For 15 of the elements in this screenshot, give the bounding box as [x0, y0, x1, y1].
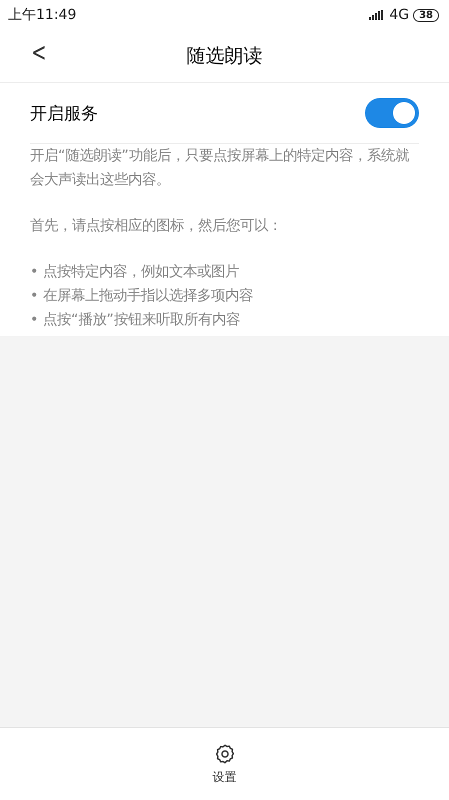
service-toggle[interactable]	[365, 98, 419, 128]
signal-icon	[369, 10, 386, 20]
bullet-item: • 在屏幕上拖动手指以选择多项内容	[30, 286, 254, 306]
page-title: 随选朗读	[186, 44, 262, 69]
battery-level: 38	[413, 8, 439, 22]
status-time: 上午11:49	[8, 6, 76, 24]
bullet-item: • 点按特定内容，例如文本或图片	[30, 262, 240, 282]
service-label: 开启服务	[30, 102, 98, 124]
description-text: 开启“随选朗读”功能后，只要点按屏幕上的特定内容，系统就会大声读出这些内容。	[30, 146, 410, 190]
settings-button[interactable]: 设置	[212, 742, 236, 786]
description-text: 首先，请点按相应的图标，然后您可以：	[30, 216, 283, 236]
settings-icon	[214, 742, 236, 764]
network-label: 4G	[389, 7, 410, 23]
bullet-item: • 点按“播放”按钮来听取所有内容	[30, 310, 241, 330]
back-button[interactable]: <	[27, 38, 51, 68]
